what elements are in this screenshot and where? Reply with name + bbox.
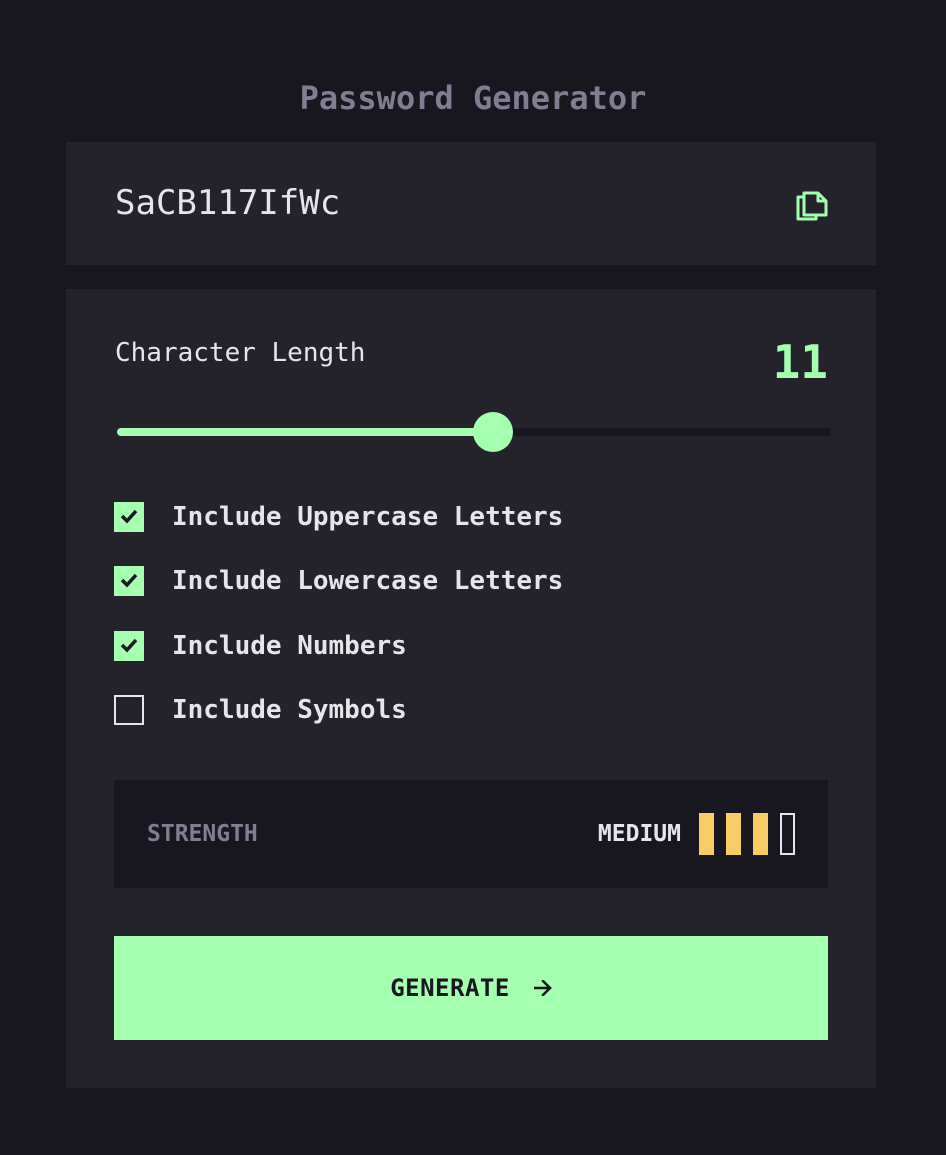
checkmark-icon (120, 509, 138, 524)
checkmark-icon (120, 573, 138, 588)
numbers-checkbox[interactable] (114, 631, 144, 661)
strength-bar (753, 813, 768, 855)
option-lowercase[interactable]: Include Lowercase Letters (114, 565, 563, 597)
generate-button[interactable]: GENERATE (114, 936, 828, 1040)
option-label: Include Lowercase Letters (172, 566, 564, 596)
strength-bar (726, 813, 741, 855)
password-output: SaCB117IfWc (66, 142, 876, 265)
option-label: Include Numbers (172, 631, 407, 661)
strength-bar (780, 813, 795, 855)
lowercase-checkbox[interactable] (114, 566, 144, 596)
strength-bar (699, 813, 714, 855)
strength-label: STRENGTH (147, 821, 258, 847)
character-length-label: Character Length (115, 338, 366, 368)
length-slider[interactable] (117, 412, 831, 452)
strength-meter: STRENGTH MEDIUM (114, 780, 828, 888)
settings-panel: Character Length 11 Include Uppercase Le… (66, 289, 876, 1088)
option-symbols[interactable]: Include Symbols (114, 694, 407, 726)
option-label: Include Uppercase Letters (172, 502, 564, 532)
password-text: SaCB117IfWc (115, 183, 341, 223)
copy-icon (796, 191, 828, 221)
generate-label: GENERATE (390, 974, 510, 1002)
symbols-checkbox[interactable] (114, 695, 144, 725)
option-uppercase[interactable]: Include Uppercase Letters (114, 501, 563, 533)
copy-button[interactable] (795, 185, 829, 221)
option-numbers[interactable]: Include Numbers (114, 630, 407, 662)
slider-fill (117, 428, 493, 436)
arrow-right-icon (533, 979, 552, 997)
uppercase-checkbox[interactable] (114, 502, 144, 532)
character-length-value: 11 (772, 335, 828, 389)
slider-thumb[interactable] (473, 412, 513, 452)
strength-value: MEDIUM (597, 821, 681, 847)
checkmark-icon (120, 638, 138, 653)
option-label: Include Symbols (172, 695, 407, 725)
page-title: Password Generator (299, 79, 647, 117)
